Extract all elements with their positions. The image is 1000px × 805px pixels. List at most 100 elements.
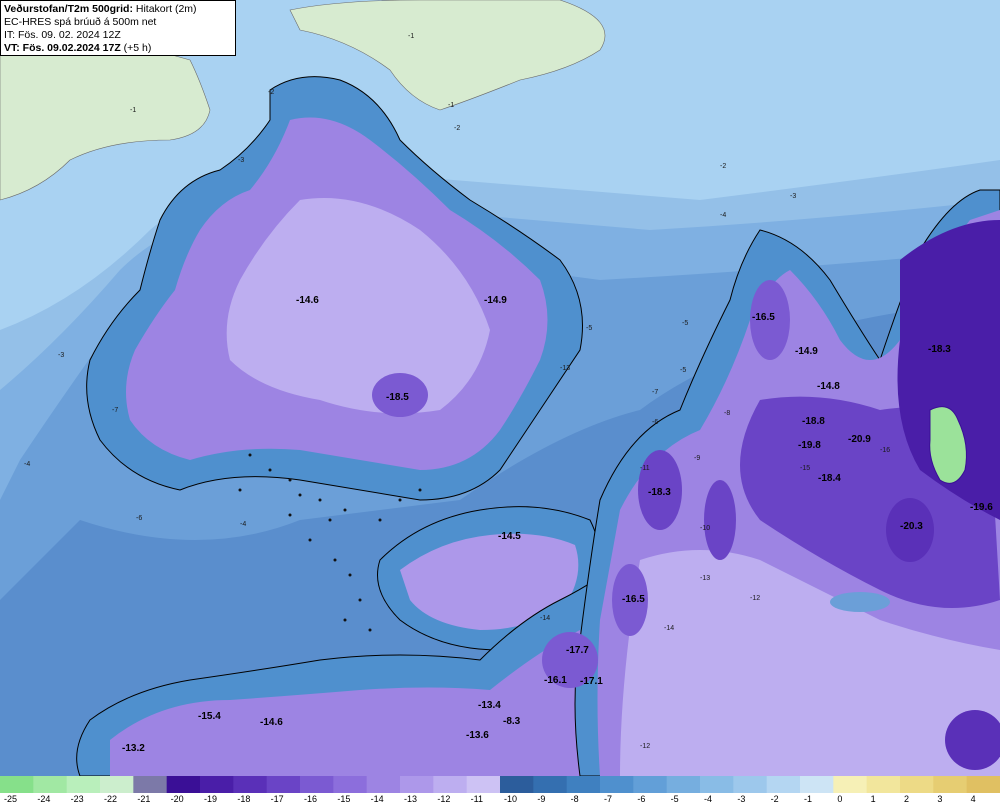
- legend-swatch: [400, 776, 434, 793]
- temperature-value-label: -18.8: [802, 416, 825, 427]
- contour-label: -8: [724, 410, 730, 417]
- contour-label: -14: [540, 615, 550, 622]
- legend-swatch: [66, 776, 101, 793]
- temperature-value-label: -13.4: [478, 700, 501, 711]
- contour-label: -2: [454, 125, 460, 132]
- header-model: EC-HRES spá brúuð á 500m net: [4, 16, 157, 28]
- contour-label: -4: [720, 212, 726, 219]
- legend-swatch: [300, 776, 334, 793]
- legend-swatch: [600, 776, 634, 793]
- legend-swatch: [900, 776, 934, 793]
- legend-swatch: [766, 776, 801, 793]
- contour-label: -5: [680, 367, 686, 374]
- legend-label: -8: [571, 794, 579, 804]
- header-valid-time: VT: Fös. 09.02.2024 17Z: [4, 42, 121, 54]
- legend-swatch: [966, 776, 1000, 793]
- legend-label: -22: [104, 794, 117, 804]
- legend-swatch: [266, 776, 301, 793]
- contour-label: -13: [560, 365, 570, 372]
- contour-label: -5: [682, 320, 688, 327]
- legend-swatch: [700, 776, 734, 793]
- legend-label: 1: [871, 794, 876, 804]
- legend-label: 3: [937, 794, 942, 804]
- legend-label: 2: [904, 794, 909, 804]
- contour-label: -5: [586, 325, 592, 332]
- legend-label: -19: [204, 794, 217, 804]
- legend-label: -12: [437, 794, 450, 804]
- legend-label: -2: [771, 794, 779, 804]
- temperature-value-label: -14.9: [795, 346, 818, 357]
- contour-label: -13: [700, 575, 710, 582]
- legend-label: -4: [704, 794, 712, 804]
- legend-label: -13: [404, 794, 417, 804]
- legend-swatch: [800, 776, 834, 793]
- contour-label: -3: [238, 157, 244, 164]
- legend-label: -6: [637, 794, 645, 804]
- lake: [830, 592, 890, 612]
- legend-swatch: [566, 776, 601, 793]
- temperature-value-label: -20.9: [848, 434, 871, 445]
- legend-swatch: [166, 776, 201, 793]
- contour-label: -3: [790, 193, 796, 200]
- contour-label: -1: [130, 107, 136, 114]
- legend-swatch: [366, 776, 401, 793]
- temperature-value-label: -14.6: [260, 717, 283, 728]
- legend-swatch: [333, 776, 368, 793]
- header-title: Veðurstofan/T2m 500grid:: [4, 3, 133, 15]
- legend-label: -16: [304, 794, 317, 804]
- temperature-value-label: -18.4: [818, 473, 841, 484]
- temperature-value-label: -20.3: [900, 521, 923, 532]
- contour-label: -7: [652, 389, 658, 396]
- temperature-value-label: -17.7: [566, 645, 589, 656]
- legend-label: -5: [671, 794, 679, 804]
- legend-swatch: [666, 776, 701, 793]
- legend-label: -23: [71, 794, 84, 804]
- legend-swatch: [0, 776, 34, 793]
- color-legend: -25 -24 -23 -22 -21 -20 -19 -18 -17 -16 -15 -14 -13-…: [0, 776, 1000, 805]
- temperature-value-label: -8.3: [503, 716, 521, 727]
- legend-label: -15: [337, 794, 350, 804]
- legend-label: -9: [537, 794, 545, 804]
- legend-label: -25: [4, 794, 17, 804]
- temperature-value-label: -18.3: [928, 344, 951, 355]
- temperature-value-label: -14.9: [484, 295, 507, 306]
- info-box: Veðurstofan/T2m 500grid: Hitakort (2m) E…: [0, 0, 236, 56]
- temperature-value-label: -17.1: [580, 676, 603, 687]
- legend-swatch: [500, 776, 534, 793]
- cold-pocket-2: [704, 480, 736, 560]
- legend-label: -20: [171, 794, 184, 804]
- legend-label: -14: [371, 794, 384, 804]
- contour-label: -9: [694, 455, 700, 462]
- legend-swatch: [466, 776, 501, 793]
- temperature-value-label: -16.1: [544, 675, 567, 686]
- legend-swatch: [33, 776, 68, 793]
- header-init-time: IT: Fös. 09. 02. 2024 12Z: [4, 29, 121, 41]
- header-title-suffix: Hitakort (2m): [135, 3, 197, 15]
- contour-label: -1: [448, 102, 454, 109]
- legend-swatch: [233, 776, 268, 793]
- temperature-value-label: -13.2: [122, 743, 145, 754]
- legend-label: 0: [837, 794, 842, 804]
- legend-swatch: [866, 776, 901, 793]
- contour-label: -1: [408, 33, 414, 40]
- contour-label: -3: [58, 352, 64, 359]
- temperature-value-label: -18.5: [386, 392, 409, 403]
- contour-label: -6: [652, 419, 658, 426]
- legend-swatch: [733, 776, 768, 793]
- legend-swatch: [833, 776, 868, 793]
- legend-label: -17: [271, 794, 284, 804]
- contour-label: -12: [750, 595, 760, 602]
- legend-swatch: [933, 776, 968, 793]
- header-valid-suffix: (+5 h): [123, 42, 152, 54]
- temperature-value-label: -19.8: [798, 440, 821, 451]
- legend-label: 4: [971, 794, 976, 804]
- legend-label: -1: [804, 794, 812, 804]
- contour-label: -2: [720, 163, 726, 170]
- temperature-value-label: -18.3: [648, 487, 671, 498]
- contour-label: -4: [24, 461, 30, 468]
- legend-swatch: [633, 776, 668, 793]
- temperature-value-label: -19.6: [970, 502, 993, 513]
- legend-swatch: [133, 776, 168, 793]
- contour-label: -10: [700, 525, 710, 532]
- legend-swatch: [200, 776, 234, 793]
